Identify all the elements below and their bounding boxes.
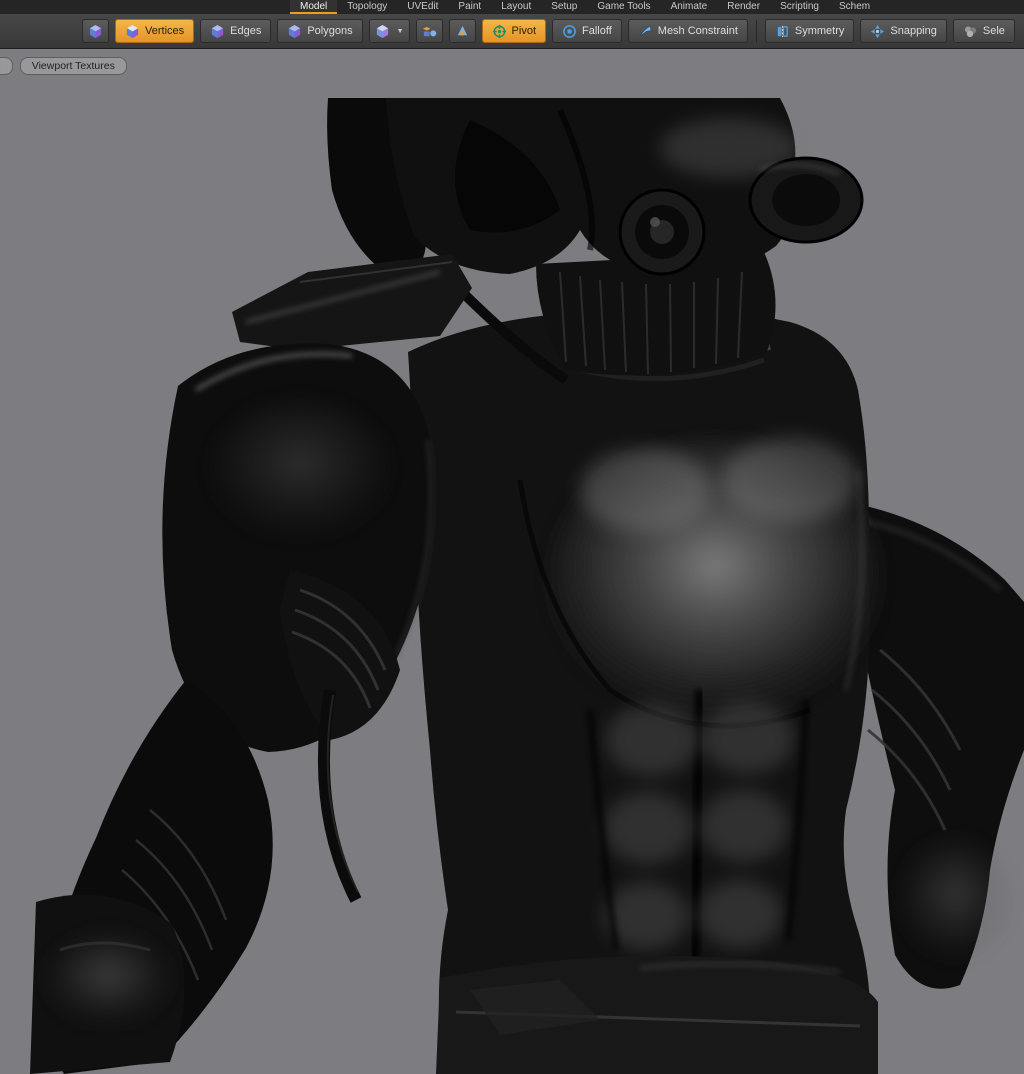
mesh-constraint-label: Mesh Constraint (658, 25, 738, 37)
menu-tab-render[interactable]: Render (717, 0, 770, 14)
vertices-label: Vertices (145, 25, 184, 37)
falloff-label: Falloff (582, 25, 612, 37)
snap-crosshair-icon (870, 24, 885, 39)
viewport-3d-model[interactable] (0, 50, 1024, 1074)
menu-tab-model[interactable]: Model (290, 0, 337, 14)
menu-tab-schematic[interactable]: Schem (829, 0, 880, 14)
menu-tab-layout[interactable]: Layout (491, 0, 541, 14)
menu-tab-topology[interactable]: Topology (337, 0, 397, 14)
menu-tab-paint[interactable]: Paint (448, 0, 491, 14)
symmetry-button[interactable]: Symmetry (765, 19, 855, 43)
3d-viewport[interactable] (0, 50, 1024, 1024)
item-mode-button[interactable] (416, 19, 443, 43)
selection-label: Sele (983, 25, 1005, 37)
cube-icon (125, 24, 140, 39)
mesh-constraint-button[interactable]: Mesh Constraint (628, 19, 748, 43)
pivot-button[interactable]: Pivot (482, 19, 546, 43)
menu-tab-setup[interactable]: Setup (541, 0, 587, 14)
chevron-down-icon: ▼ (397, 28, 404, 35)
scene-items-icon (422, 24, 437, 39)
snapping-label: Snapping (890, 25, 937, 37)
falloff-circle-icon (562, 24, 577, 39)
mesh-item-mode-button[interactable] (82, 19, 109, 43)
selection-set-icon (963, 24, 978, 39)
scene-center-icon (455, 24, 470, 39)
polygons-label: Polygons (307, 25, 352, 37)
pivot-label: Pivot (512, 25, 536, 37)
menu-tab-uvedit[interactable]: UVEdit (397, 0, 448, 14)
cube-icon (287, 24, 302, 39)
viewport-tab-textures[interactable]: Viewport Textures (20, 57, 127, 75)
edges-label: Edges (230, 25, 261, 37)
viewport-tab-row: nced Viewport Textures (0, 57, 127, 75)
cube-icon (210, 24, 225, 39)
selection-sets-button[interactable]: Sele (953, 19, 1015, 43)
viewport-tab-advanced[interactable]: nced (0, 57, 13, 75)
component-mode-dropdown-button[interactable]: ▼ (369, 19, 410, 43)
menu-tab-scripting[interactable]: Scripting (770, 0, 829, 14)
constraint-arrow-icon (638, 24, 653, 39)
falloff-button[interactable]: Falloff (552, 19, 622, 43)
main-menu-tabbar: Model Topology UVEdit Paint Layout Setup… (0, 0, 1024, 14)
pivot-crosshair-icon (492, 24, 507, 39)
menu-tab-animate[interactable]: Animate (661, 0, 718, 14)
toolbar-separator (756, 20, 757, 42)
snapping-button[interactable]: Snapping (860, 19, 947, 43)
center-mode-button[interactable] (449, 19, 476, 43)
symmetry-bars-icon (775, 24, 790, 39)
menu-tabbar-spacer (0, 0, 290, 14)
cube-icon (375, 24, 390, 39)
menu-tab-game-tools[interactable]: Game Tools (587, 0, 660, 14)
symmetry-label: Symmetry (795, 25, 845, 37)
vertices-mode-button[interactable]: Vertices (115, 19, 194, 43)
edges-mode-button[interactable]: Edges (200, 19, 271, 43)
polygons-mode-button[interactable]: Polygons (277, 19, 362, 43)
cube-icon (88, 24, 103, 39)
selection-toolbar: Vertices Edges Polygons ▼ (0, 14, 1024, 49)
